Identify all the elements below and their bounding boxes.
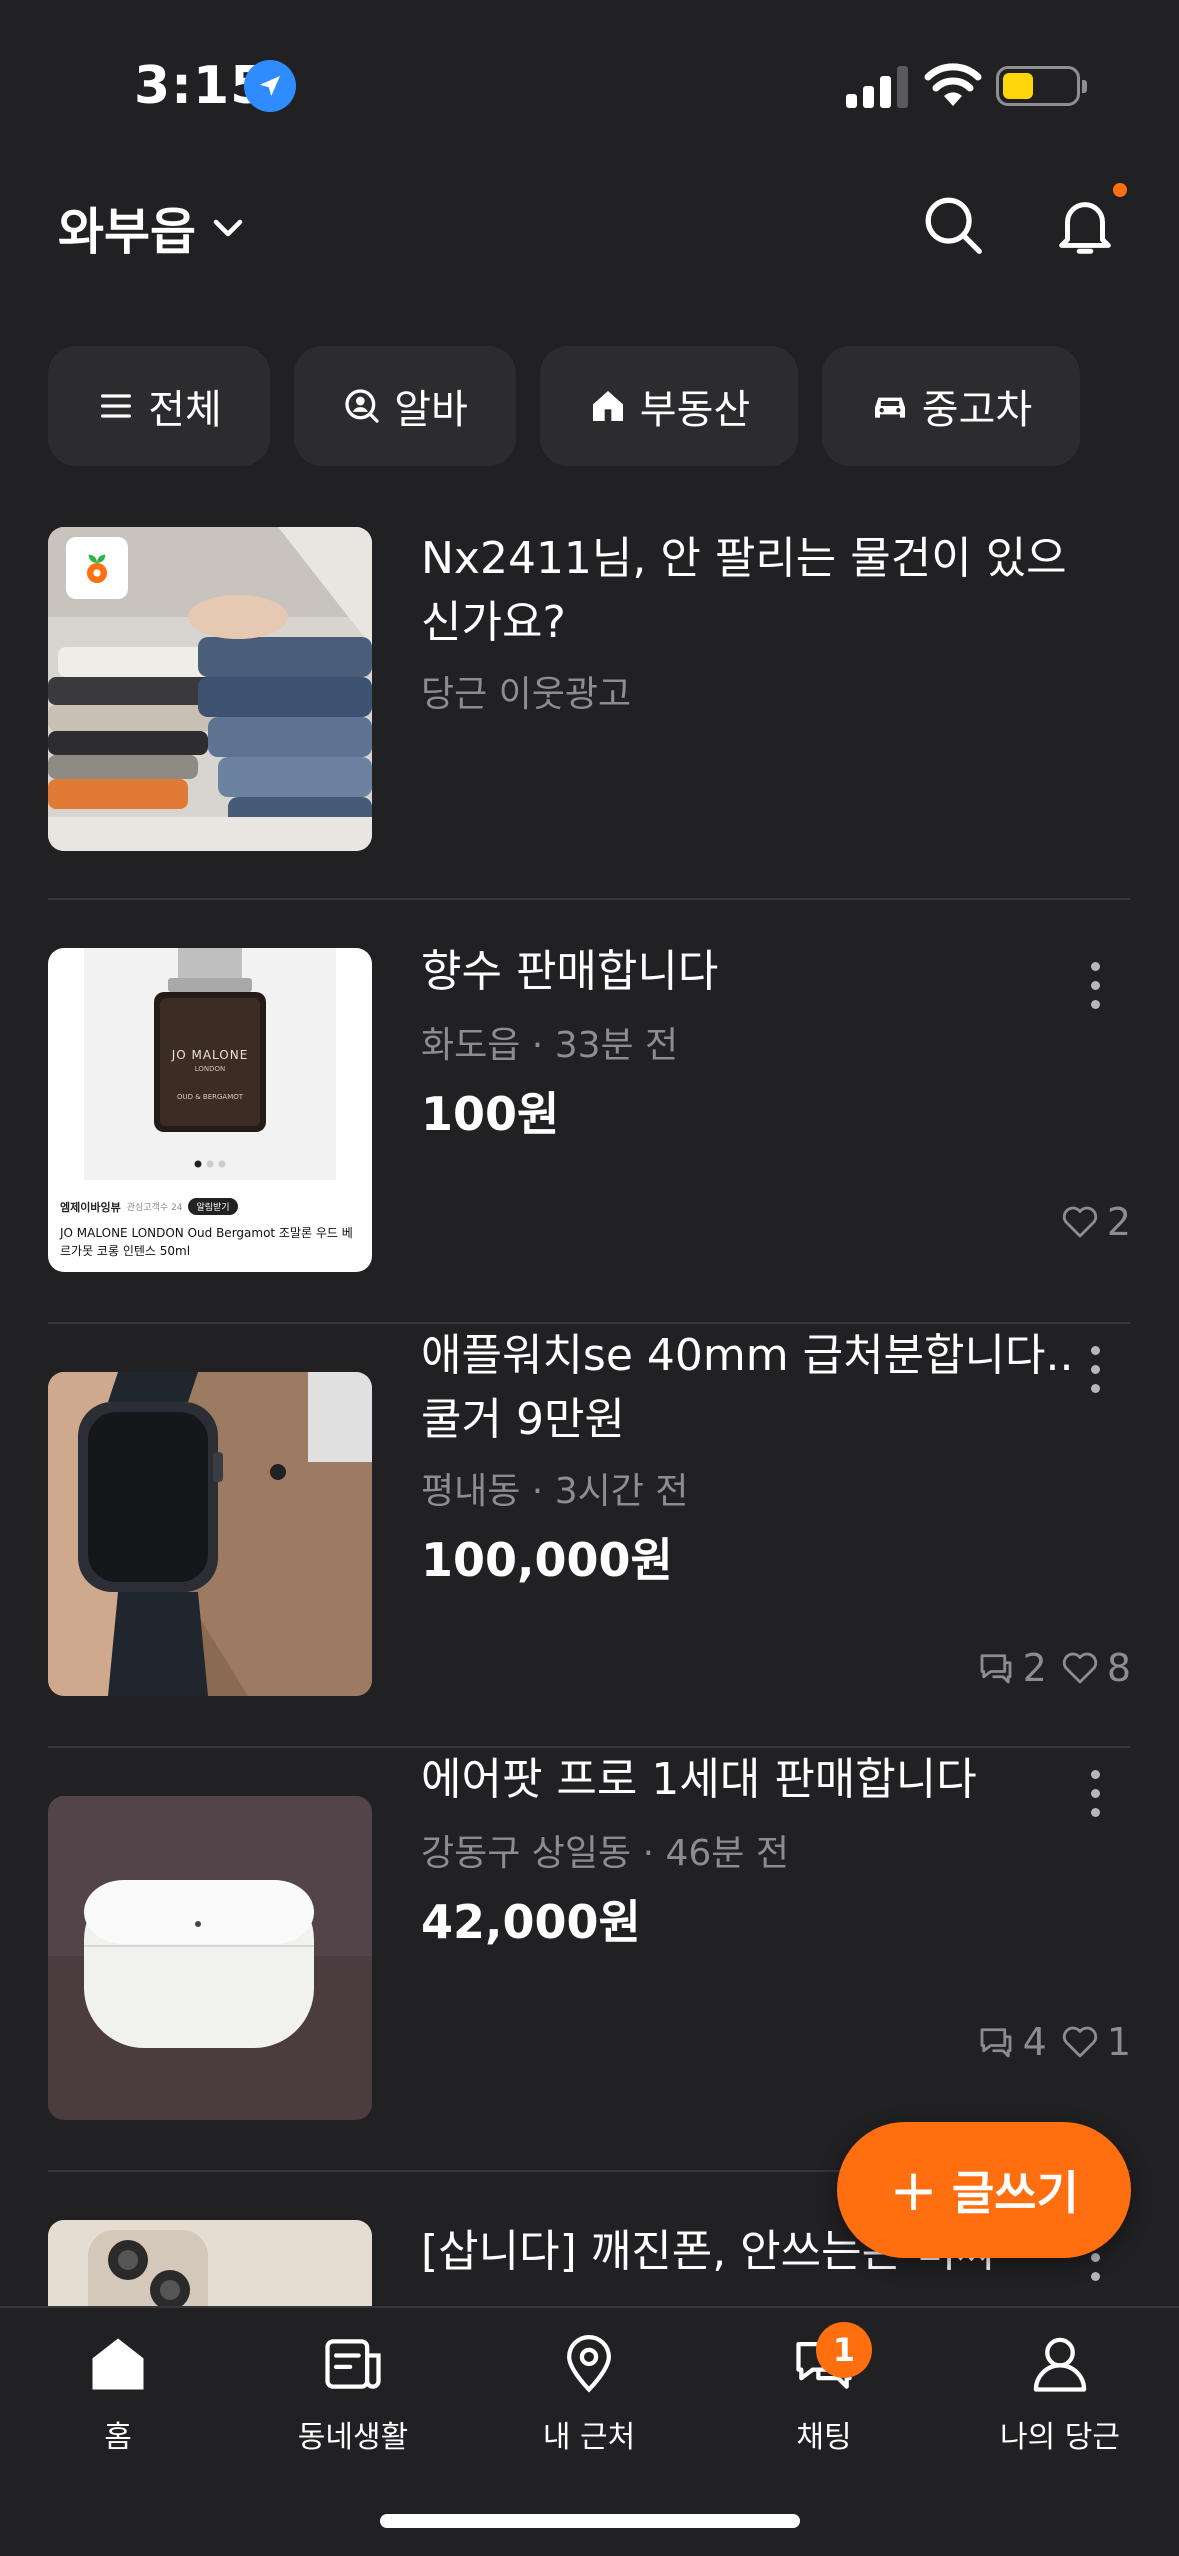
- profile-icon: [1033, 2337, 1087, 2392]
- item-title: 향수 판매합니다: [421, 946, 719, 997]
- status-bar: 3:15: [0, 0, 1179, 150]
- list-item-ad[interactable]: Nx2411님, 안 팔리는 물건이 있으신가요? 당근 이웃광고: [48, 527, 1131, 900]
- item-stats: 2: [1059, 1200, 1131, 1244]
- chat-count: 2: [975, 1646, 1047, 1690]
- chip-real-estate[interactable]: 부동산: [540, 346, 798, 466]
- nav-community[interactable]: 동네생활: [253, 2330, 453, 2456]
- menu-icon: [101, 394, 132, 418]
- top-header: 와부읍: [0, 170, 1179, 280]
- nav-nearby[interactable]: 내 근처: [489, 2330, 689, 2456]
- item-thumbnail: [48, 1372, 372, 1696]
- perfume-sub: LONDON: [194, 1065, 226, 1073]
- chip-used-cars[interactable]: 중고차: [822, 346, 1080, 466]
- item-title: 에어팟 프로 1세대 판매합니다: [421, 1754, 977, 1805]
- carrot-logo-icon: [66, 537, 128, 599]
- list-item[interactable]: 에어팟 프로 1세대 판매합니다 강동구 상일동 · 46분 전 42,000원…: [48, 1748, 1131, 2172]
- nav-my-carrot[interactable]: 나의 당근: [960, 2330, 1160, 2456]
- like-count: 2: [1059, 1200, 1131, 1244]
- chip-label: 중고차: [921, 387, 1033, 433]
- nav-label: 나의 당근: [1000, 2420, 1120, 2455]
- chat-count: 4: [975, 2020, 1047, 2064]
- heart-icon: [1062, 1652, 1097, 1684]
- like-count: 8: [1059, 1646, 1131, 1690]
- notification-dot: [1113, 183, 1127, 197]
- item-thumbnail: [48, 1796, 372, 2120]
- home-indicator[interactable]: [380, 2514, 800, 2528]
- chip-all[interactable]: 전체: [48, 346, 270, 466]
- chat-count-value: 4: [1022, 2020, 1047, 2064]
- item-meta: 화도읍 · 33분 전: [421, 1025, 679, 1066]
- notify-pill: 알림받기: [188, 1198, 238, 1215]
- search-icon[interactable]: [918, 190, 988, 260]
- battery-icon: [996, 66, 1087, 106]
- location-services-icon: [244, 60, 296, 112]
- shop-interest: 관심고객수 24: [126, 1203, 183, 1213]
- like-count: 1: [1059, 2020, 1131, 2064]
- item-price: 100,000원: [421, 1533, 673, 1587]
- chat-bubble-icon: [980, 1654, 1012, 1684]
- more-options-icon[interactable]: [1073, 1334, 1117, 1404]
- like-count-value: 8: [1106, 1646, 1131, 1690]
- chip-jobs[interactable]: 알바: [294, 346, 516, 466]
- shop-row: 엠제이바잉뷰 관심고객수 24 알림받기: [60, 1198, 238, 1215]
- job-search-icon: [345, 389, 379, 423]
- location-label: 와부읍: [58, 203, 196, 261]
- shop-name: 엠제이바잉뷰: [60, 1200, 121, 1214]
- item-meta: 평내동 · 3시간 전: [421, 1471, 689, 1512]
- item-stats: 2 8: [975, 1646, 1131, 1690]
- item-stats: 4 1: [975, 2020, 1131, 2064]
- chat-count-value: 2: [1022, 1646, 1047, 1690]
- item-title: 애플워치se 40mm 급처분합니다.. 쿨거 9만원: [421, 1330, 1074, 1445]
- location-selector[interactable]: 와부읍: [58, 192, 246, 264]
- heart-icon: [1062, 2026, 1097, 2058]
- chat-unread-badge: 1: [816, 2322, 872, 2378]
- car-icon: [874, 397, 905, 418]
- write-post-button[interactable]: + 글쓰기: [837, 2122, 1131, 2258]
- nav-home[interactable]: 홈: [18, 2330, 218, 2456]
- item-meta: 강동구 상일동 · 46분 전: [421, 1833, 789, 1874]
- write-post-label: 글쓰기: [951, 2166, 1079, 2220]
- more-options-icon[interactable]: [1073, 950, 1117, 1020]
- nav-label: 내 근처: [542, 2420, 636, 2455]
- list-item[interactable]: JO MALONE LONDON OUD & BERGAMOT 엠제이바잉뷰 관…: [48, 900, 1131, 1324]
- ad-thumbnail: [48, 527, 372, 851]
- perfume-label: OUD & BERGAMOT: [176, 1093, 244, 1101]
- list-item[interactable]: 애플워치se 40mm 급처분합니다.. 쿨거 9만원 평내동 · 3시간 전 …: [48, 1324, 1131, 1748]
- like-count-value: 1: [1106, 2020, 1131, 2064]
- heart-icon: [1062, 1206, 1097, 1238]
- cellular-signal-icon: [846, 66, 908, 108]
- chip-label: 알바: [394, 387, 468, 433]
- thumb-description: JO MALONE LONDON Oud Bergamot 조말론 우드 베르가…: [60, 1226, 353, 1258]
- nav-label: 채팅: [796, 2420, 852, 2455]
- item-thumbnail: JO MALONE LONDON OUD & BERGAMOT 엠제이바잉뷰 관…: [48, 948, 372, 1272]
- home-icon: [92, 2338, 144, 2390]
- item-price: 100원: [421, 1087, 560, 1141]
- chat-bubble-icon: [980, 2028, 1012, 2058]
- nav-label: 홈: [104, 2420, 132, 2455]
- item-price: 42,000원: [421, 1895, 641, 1949]
- plus-icon: +: [889, 2156, 938, 2224]
- house-icon: [592, 391, 623, 421]
- category-chips: 전체 알바 부동산 중고차: [48, 346, 1080, 466]
- nav-label: 동네생활: [297, 2420, 409, 2455]
- chevron-down-icon: [213, 219, 243, 237]
- community-icon: [325, 2339, 381, 2389]
- chip-label: 전체: [148, 387, 222, 433]
- notification-bell-icon[interactable]: [1050, 190, 1120, 260]
- item-meta: 당근 이웃광고: [421, 674, 632, 715]
- like-count-value: 2: [1106, 1200, 1131, 1244]
- location-pin-icon: [567, 2335, 611, 2393]
- item-title: Nx2411님, 안 팔리는 물건이 있으신가요?: [421, 533, 1067, 648]
- chip-label: 부동산: [639, 387, 751, 433]
- perfume-brand: JO MALONE: [171, 1048, 249, 1062]
- more-options-icon[interactable]: [1073, 1758, 1117, 1828]
- wifi-icon: [924, 63, 982, 106]
